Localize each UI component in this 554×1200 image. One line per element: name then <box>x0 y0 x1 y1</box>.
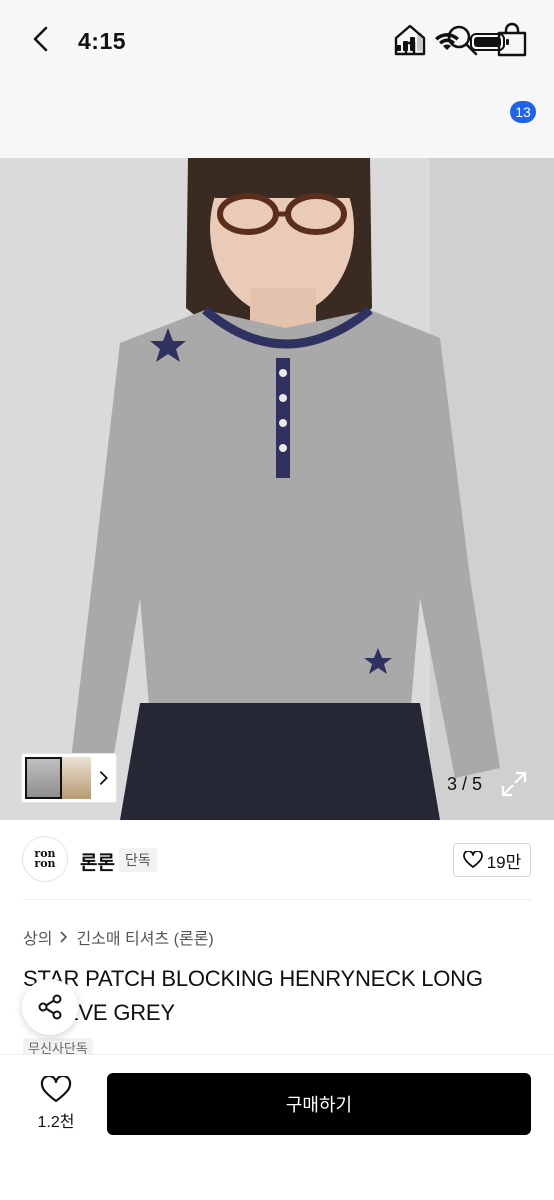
cart-count-badge: 13 <box>510 101 536 123</box>
chevron-right-icon[interactable] <box>95 769 113 787</box>
nav-bar <box>0 80 554 158</box>
like-button[interactable]: 19만 <box>453 843 531 877</box>
heart-icon[interactable] <box>40 1076 72 1104</box>
shopping-bag-icon[interactable] <box>494 22 534 58</box>
back-chevron-icon[interactable] <box>24 22 58 56</box>
search-icon[interactable] <box>444 22 480 58</box>
expand-icon[interactable] <box>498 768 530 800</box>
brand-logo[interactable]: ron ron <box>22 836 68 882</box>
heart-icon <box>462 851 483 868</box>
share-button[interactable] <box>22 979 78 1035</box>
breadcrumb-category[interactable]: 상의 <box>23 925 52 949</box>
thumbnail-strip[interactable] <box>22 754 116 802</box>
chevron-right-icon <box>60 931 68 943</box>
share-icon <box>38 994 62 1020</box>
home-icon[interactable] <box>392 22 428 58</box>
product-image[interactable] <box>0 158 554 820</box>
product-title: STAR PATCH BLOCKING HENRYNECK LONG SLEEV… <box>23 966 483 1025</box>
buy-button[interactable]: 구매하기 <box>107 1073 531 1135</box>
product-photo <box>0 158 554 820</box>
thumbnail-2[interactable] <box>62 757 92 799</box>
brand-exclusive-badge: 단독 <box>119 848 157 872</box>
brand-name[interactable]: 론론 <box>80 848 115 875</box>
breadcrumb: 상의 긴소매 티셔츠 (론론) <box>23 925 214 949</box>
status-time: 4:15 <box>78 28 127 54</box>
breadcrumb-subcategory[interactable]: 긴소매 티셔츠 (론론) <box>76 925 213 949</box>
like-count: 19만 <box>486 852 522 872</box>
thumbnail-1[interactable] <box>25 757 63 799</box>
image-counter: 3 / 5 <box>447 774 483 794</box>
wish-count: 1.2천 <box>37 1114 75 1131</box>
divider <box>22 899 532 900</box>
